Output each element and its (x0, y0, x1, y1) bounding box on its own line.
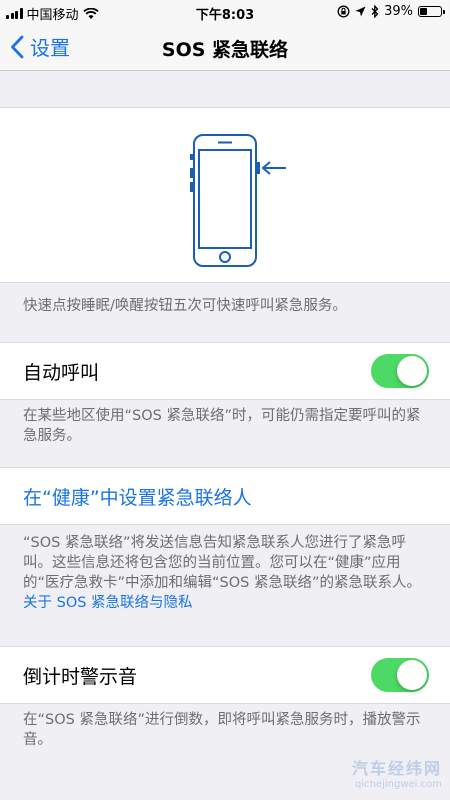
bluetooth-icon (371, 5, 379, 18)
battery-percent: 39% (384, 4, 413, 19)
watermark: 汽车经纬网 qichejingwei.com (352, 755, 442, 790)
auto-call-row: 自动呼叫 (0, 342, 450, 400)
countdown-sound-toggle[interactable] (371, 658, 429, 692)
privacy-link[interactable]: 关于 SOS 紧急联络与隐私 (23, 595, 193, 611)
navigation-bar: 设置 SOS 紧急联络 (0, 24, 450, 71)
countdown-sound-row: 倒计时警示音 (0, 646, 450, 704)
phone-illustration-icon (190, 134, 286, 267)
lock-rotation-icon (337, 5, 350, 18)
health-contacts-link[interactable]: 在“健康”中设置紧急联络人 (23, 483, 252, 510)
health-footer-text: “SOS 紧急联络”将发送信息告知紧急联系人您进行了紧急呼叫。这些信息还将包含您… (23, 535, 421, 591)
page-title: SOS 紧急联络 (161, 39, 289, 61)
auto-call-footer: 在某些地区使用“SOS 紧急联络”时，可能仍需指定要呼叫的紧急服务。 (23, 408, 421, 444)
status-bar: 中国移动 下午8:03 39% (0, 0, 450, 24)
countdown-footer: 在“SOS 紧急联络”进行倒数，即将呼叫紧急服务时，播放警示音。 (23, 712, 421, 748)
watermark-logo: 汽车经纬网 (351, 759, 442, 778)
battery-icon (418, 6, 445, 17)
health-footer: “SOS 紧急联络”将发送信息告知紧急联系人您进行了紧急呼叫。这些信息还将包含您… (23, 533, 433, 613)
battery-fill (420, 8, 428, 15)
toggle-knob (397, 660, 427, 690)
auto-call-label: 自动呼叫 (23, 362, 100, 384)
watermark-url: qichejingwei.com (354, 779, 442, 790)
intro-description: 快速点按睡眠/唤醒按钮五次可快速呼叫紧急服务。 (23, 298, 347, 314)
status-right: 39% (337, 4, 445, 19)
auto-call-toggle[interactable] (371, 354, 429, 388)
side-button-illustration (0, 107, 450, 283)
health-contacts-row[interactable]: 在“健康”中设置紧急联络人 (0, 467, 450, 525)
location-arrow-icon (355, 6, 366, 17)
countdown-sound-label: 倒计时警示音 (23, 666, 138, 688)
toggle-knob (397, 356, 427, 386)
